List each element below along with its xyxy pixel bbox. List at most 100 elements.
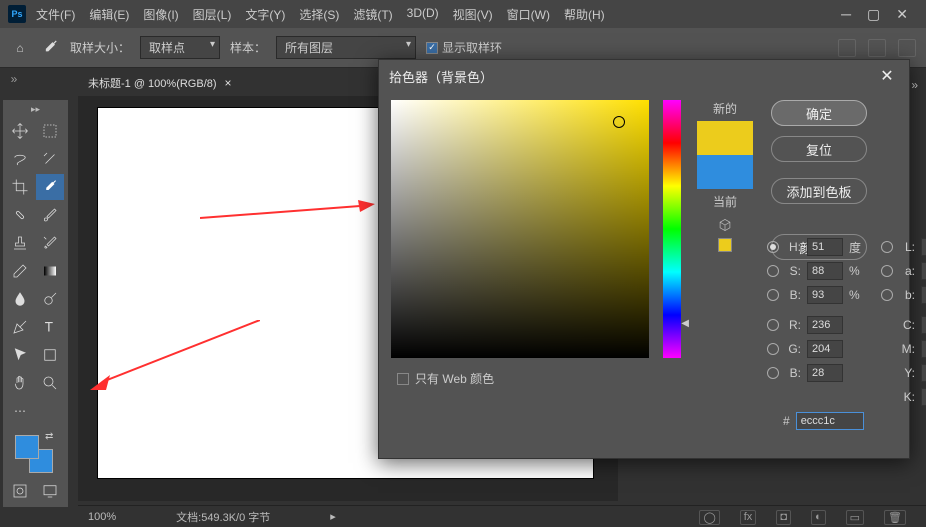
- pen-tool[interactable]: [6, 314, 34, 340]
- current-label: 当前: [713, 193, 737, 210]
- screenmode-tool[interactable]: [36, 478, 64, 504]
- input-b[interactable]: [807, 364, 843, 382]
- input-lb[interactable]: [921, 286, 926, 304]
- blur-tool[interactable]: [6, 286, 34, 312]
- color-field[interactable]: [391, 100, 649, 358]
- marquee-tool[interactable]: [36, 118, 64, 144]
- input-m[interactable]: [921, 340, 926, 358]
- input-c[interactable]: [921, 316, 926, 334]
- hex-input[interactable]: [796, 412, 864, 430]
- input-r[interactable]: [807, 316, 843, 334]
- input-s[interactable]: [807, 262, 843, 280]
- expand-dock-icon[interactable]: »: [0, 68, 28, 86]
- gamut-warning-icon[interactable]: [718, 218, 732, 232]
- hue-slider[interactable]: ◀: [663, 100, 681, 358]
- newlayer-icon[interactable]: ▭: [846, 510, 864, 525]
- color-fields: H:度 S:% B:% R: G: B: L: a: b: C:% M:% Y:…: [767, 238, 926, 406]
- menu-view[interactable]: 视图(V): [453, 6, 493, 23]
- input-l[interactable]: [921, 238, 926, 256]
- menu-filter[interactable]: 滤镜(T): [353, 6, 392, 23]
- minimize-button[interactable]: ─: [841, 6, 851, 23]
- dialog-titlebar[interactable]: 拾色器（背景色） ✕: [379, 60, 909, 92]
- input-a[interactable]: [921, 262, 926, 280]
- eraser-tool[interactable]: [6, 258, 34, 284]
- gradient-tool[interactable]: [36, 258, 64, 284]
- radio-a[interactable]: [881, 265, 893, 277]
- menu-file[interactable]: 文件(F): [36, 6, 75, 23]
- move-tool[interactable]: [6, 118, 34, 144]
- radio-bv[interactable]: [767, 289, 779, 301]
- path-select-tool[interactable]: [6, 342, 34, 368]
- app-logo: Ps: [8, 5, 26, 23]
- radio-s[interactable]: [767, 265, 779, 277]
- show-ring-checkbox[interactable]: ✓显示取样环: [426, 39, 502, 56]
- eyedropper-icon[interactable]: [40, 38, 60, 58]
- radio-lb[interactable]: [881, 289, 893, 301]
- doc-info-chevron[interactable]: ▸: [330, 510, 336, 523]
- menu-layer[interactable]: 图层(L): [193, 6, 232, 23]
- mask-icon[interactable]: ◘: [776, 510, 791, 525]
- wand-tool[interactable]: [36, 146, 64, 172]
- close-button[interactable]: ✕: [896, 6, 908, 23]
- trash-icon[interactable]: 🗑: [884, 510, 906, 525]
- fx-icon[interactable]: fx: [740, 510, 757, 525]
- ok-button[interactable]: 确定: [771, 100, 867, 126]
- maximize-button[interactable]: ▢: [867, 6, 880, 23]
- input-bv[interactable]: [807, 286, 843, 304]
- dialog-close-icon[interactable]: ✕: [875, 66, 899, 86]
- heal-tool[interactable]: [6, 202, 34, 228]
- adjust-icon[interactable]: ◐: [811, 510, 826, 525]
- input-g[interactable]: [807, 340, 843, 358]
- radio-b[interactable]: [767, 367, 779, 379]
- doc-info[interactable]: 文档:549.3K/0 字节: [176, 509, 270, 525]
- new-color-swatch[interactable]: [697, 121, 753, 155]
- foreground-color[interactable]: [15, 435, 39, 459]
- sample-select[interactable]: 所有图层: [276, 36, 416, 59]
- menu-help[interactable]: 帮助(H): [564, 6, 605, 23]
- menu-select[interactable]: 选择(S): [299, 6, 339, 23]
- input-h[interactable]: [807, 238, 843, 256]
- input-k[interactable]: [921, 388, 926, 406]
- tab-close-icon[interactable]: ×: [225, 76, 232, 90]
- web-only-checkbox[interactable]: 只有 Web 颜色: [397, 370, 494, 387]
- home-icon[interactable]: ⌂: [10, 38, 30, 58]
- menu-window[interactable]: 窗口(W): [507, 6, 550, 23]
- gamut-swatch[interactable]: [718, 238, 732, 252]
- sample-size-select[interactable]: 取样点: [140, 36, 220, 59]
- radio-r[interactable]: [767, 319, 779, 331]
- add-swatch-button[interactable]: 添加到色板: [771, 178, 867, 204]
- toolbox-collapse-icon[interactable]: ▸▸: [5, 102, 66, 117]
- edit-toolbar[interactable]: ⋯: [6, 398, 34, 424]
- document-tab[interactable]: 未标题-1 @ 100%(RGB/8) ×: [78, 70, 242, 96]
- zoom-level[interactable]: 100%: [88, 511, 116, 523]
- swap-colors-icon[interactable]: ⇄: [45, 431, 53, 442]
- menu-image[interactable]: 图像(I): [143, 6, 178, 23]
- share-icon[interactable]: [898, 39, 916, 57]
- search-icon[interactable]: [838, 39, 856, 57]
- quickmask-tool[interactable]: [6, 478, 34, 504]
- new-current-swatch: [697, 121, 753, 189]
- hand-tool[interactable]: [6, 370, 34, 396]
- zoom-tool[interactable]: [36, 370, 64, 396]
- link-icon[interactable]: ◯: [699, 510, 719, 525]
- current-color-swatch[interactable]: [697, 155, 753, 189]
- type-tool[interactable]: T: [36, 314, 64, 340]
- radio-h[interactable]: [767, 241, 779, 253]
- radio-l[interactable]: [881, 241, 893, 253]
- shape-tool[interactable]: [36, 342, 64, 368]
- brush-tool[interactable]: [36, 202, 64, 228]
- input-y[interactable]: [921, 364, 926, 382]
- dodge-tool[interactable]: [36, 286, 64, 312]
- reset-button[interactable]: 复位: [771, 136, 867, 162]
- history-brush-tool[interactable]: [36, 230, 64, 256]
- crop-tool[interactable]: [6, 174, 34, 200]
- workspace-icon[interactable]: [868, 39, 886, 57]
- stamp-tool[interactable]: [6, 230, 34, 256]
- menu-edit[interactable]: 编辑(E): [89, 6, 129, 23]
- eyedropper-tool[interactable]: [36, 174, 64, 200]
- menu-3d[interactable]: 3D(D): [407, 6, 439, 23]
- radio-g[interactable]: [767, 343, 779, 355]
- menu-type[interactable]: 文字(Y): [245, 6, 285, 23]
- tab-title: 未标题-1 @ 100%(RGB/8): [88, 75, 217, 91]
- lasso-tool[interactable]: [6, 146, 34, 172]
